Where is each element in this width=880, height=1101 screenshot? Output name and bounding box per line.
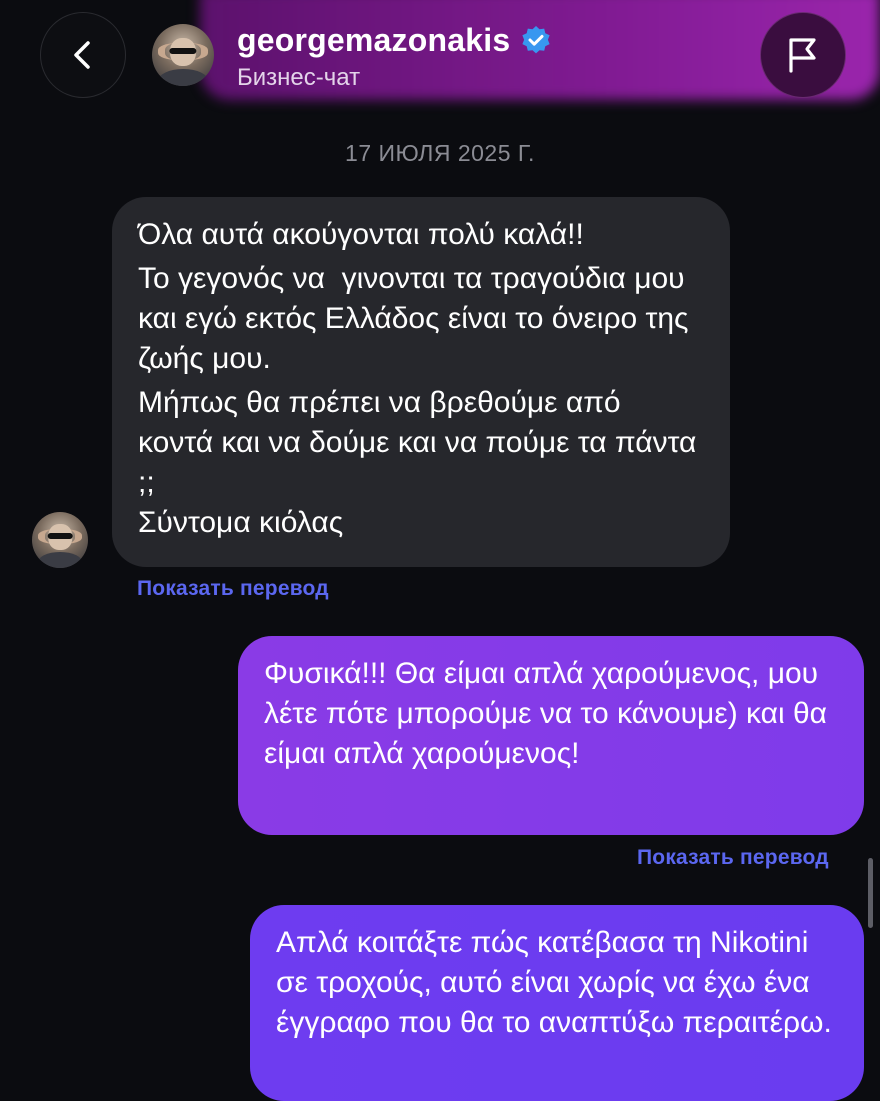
show-translation-link[interactable]: Показать перевод	[137, 577, 329, 601]
verified-badge-icon	[522, 25, 550, 53]
header-avatar[interactable]	[152, 24, 214, 86]
message-text: Απλά κοιτάξτε πώς κατέβασα τη Nikotini σ…	[276, 926, 832, 1039]
chevron-left-icon	[74, 41, 90, 69]
scrollbar[interactable]	[868, 858, 873, 928]
back-button[interactable]	[40, 12, 126, 98]
date-separator: 17 ИЮЛЯ 2025 Г.	[345, 140, 535, 166]
incoming-message-bubble[interactable]: Όλα αυτά ακούγονται πολύ καλά!! Το γεγον…	[112, 197, 730, 567]
contact-username: georgemazonakis	[237, 22, 511, 58]
contact-name[interactable]: georgemazonakis	[237, 22, 552, 59]
flag-icon	[789, 38, 816, 73]
message-paragraph: Όλα αυτά ακούγονται πολύ καλά!!	[138, 218, 584, 251]
sender-avatar[interactable]	[32, 512, 88, 568]
outgoing-message-bubble[interactable]: Απλά κοιτάξτε πώς κατέβασα τη Nikotini σ…	[250, 905, 864, 1101]
report-button[interactable]	[760, 12, 846, 98]
message-paragraph: Μήπως θα πρέπει να βρεθούμε από κοντά κα…	[138, 386, 697, 539]
outgoing-message-bubble[interactable]: Φυσικά!!! Θα είμαι απλά χαρούμενος, μου …	[238, 636, 864, 835]
message-paragraph: Το γεγονός να γινονται τα τραγούδια μου …	[138, 262, 697, 375]
chat-type-label: Бизнес-чат	[237, 64, 361, 91]
message-text: Φυσικά!!! Θα είμαι απλά χαρούμενος, μου …	[264, 657, 836, 770]
show-translation-link[interactable]: Показать перевод	[637, 846, 829, 870]
chat-screen: georgemazonakis Бизнес-чат 17 ИЮЛЯ 2025 …	[0, 0, 880, 1101]
